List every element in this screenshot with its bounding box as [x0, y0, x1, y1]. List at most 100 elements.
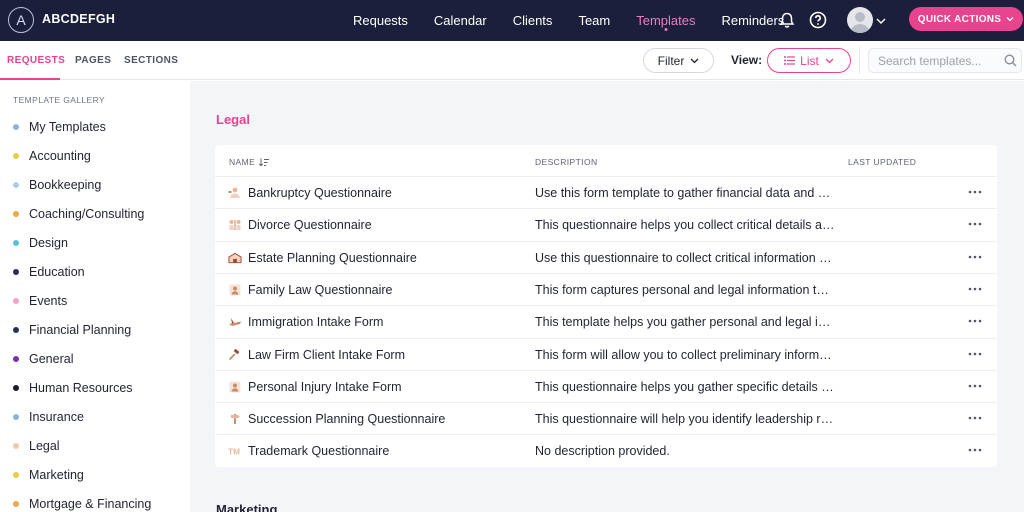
table-row[interactable]: Personal Injury Intake Form This question… [215, 369, 997, 402]
tab-pages[interactable]: PAGES [75, 55, 111, 66]
chevron-down-icon[interactable] [876, 12, 886, 30]
brand-name[interactable]: ABCDEFGH [42, 12, 115, 26]
sidebar-item-label: Design [29, 236, 68, 250]
sidebar-item-my-templates[interactable]: My Templates [13, 117, 106, 137]
help-circle-icon[interactable] [808, 10, 828, 30]
sidebar-item-general[interactable]: General [13, 349, 73, 369]
chevron-down-icon [690, 58, 699, 63]
template-name-cell[interactable]: Family Law Questionnaire [228, 283, 393, 297]
table-row[interactable]: Family Law Questionnaire This form captur… [215, 272, 997, 305]
more-options-icon[interactable] [967, 410, 983, 426]
brand-logo[interactable]: A [8, 7, 34, 33]
chevron-down-icon [1006, 17, 1014, 22]
template-name-cell[interactable]: TM Trademark Questionnaire [228, 444, 389, 458]
table-row[interactable]: Succession Planning Questionnaire This qu… [215, 402, 997, 434]
sidebar-item-financial-planning[interactable]: Financial Planning [13, 320, 131, 340]
column-header-last-updated: LAST UPDATED [848, 157, 917, 167]
bankruptcy-icon [228, 187, 242, 199]
sidebar-item-label: My Templates [29, 120, 106, 134]
template-name-cell[interactable]: Succession Planning Questionnaire [228, 412, 445, 426]
table-row[interactable]: Divorce Questionnaire This questionnaire … [215, 208, 997, 240]
table-row[interactable]: Immigration Intake Form This template hel… [215, 305, 997, 337]
airplane-icon [228, 316, 242, 328]
template-name-cell[interactable]: Bankruptcy Questionnaire [228, 186, 392, 200]
more-options-icon[interactable] [967, 442, 983, 458]
sidebar-item-human-resources[interactable]: Human Resources [13, 378, 133, 398]
template-name: Divorce Questionnaire [248, 218, 372, 233]
table-row[interactable]: Estate Planning Questionnaire Use this qu… [215, 240, 997, 273]
house-icon [228, 252, 242, 264]
sidebar-item-label: Marketing [29, 468, 84, 482]
template-name: Bankruptcy Questionnaire [248, 186, 392, 200]
category-color-dot [13, 385, 19, 391]
sidebar-item-marketing[interactable]: Marketing [13, 465, 84, 485]
column-header-name[interactable]: NAME [229, 157, 270, 167]
view-mode-label: List [800, 53, 819, 68]
more-options-icon[interactable] [967, 184, 983, 200]
nav-item-clients[interactable]: Clients [513, 0, 553, 41]
table-row[interactable]: Law Firm Client Intake Form This form wil… [215, 337, 997, 370]
filter-button[interactable]: Filter [643, 48, 714, 73]
template-name-cell[interactable]: Estate Planning Questionnaire [228, 251, 417, 265]
gavel-icon [228, 348, 242, 361]
search-icon[interactable] [1004, 54, 1017, 72]
nav-item-team[interactable]: Team [578, 0, 610, 41]
view-mode-dropdown[interactable]: List [767, 48, 851, 73]
template-name: Family Law Questionnaire [248, 282, 393, 297]
sidebar-item-label: Human Resources [29, 381, 133, 395]
signpost-icon [228, 413, 242, 425]
category-color-dot [13, 269, 19, 275]
template-description: This template helps you gather personal … [535, 315, 835, 330]
more-options-icon[interactable] [967, 313, 983, 329]
template-name-cell[interactable]: Immigration Intake Form [228, 315, 383, 329]
list-icon [784, 56, 796, 65]
sort-descending-icon[interactable] [259, 158, 270, 167]
templates-table: NAME DESCRIPTION LAST UPDATED Bankruptcy… [215, 145, 997, 467]
filter-label: Filter [657, 53, 685, 68]
sidebar-item-label: Events [29, 294, 68, 308]
nav-item-templates[interactable]: Templates [636, 0, 695, 41]
more-options-icon[interactable] [967, 216, 983, 232]
divorce-icon [228, 219, 242, 231]
nav-item-reminders[interactable]: Reminders [721, 0, 784, 41]
template-gallery-sidebar: TEMPLATE GALLERY My Templates Accounting B… [0, 81, 190, 512]
view-label: View: [731, 53, 763, 67]
sidebar-item-education[interactable]: Education [13, 262, 85, 282]
tab-sections[interactable]: SECTIONS [124, 55, 178, 66]
more-options-icon[interactable] [967, 378, 983, 394]
template-name: Law Firm Client Intake Form [248, 347, 405, 362]
more-options-icon[interactable] [967, 346, 983, 362]
sidebar-item-legal[interactable]: Legal [13, 436, 60, 456]
sidebar-item-coaching-consulting[interactable]: Coaching/Consulting [13, 204, 144, 224]
category-color-dot [13, 501, 19, 507]
quick-actions-button[interactable]: QUICK ACTIONS [909, 7, 1023, 31]
more-options-icon[interactable] [967, 249, 983, 265]
sidebar-item-events[interactable]: Events [13, 291, 67, 311]
category-color-dot [13, 414, 19, 420]
bell-icon[interactable] [777, 10, 797, 30]
template-description: Use this form template to gather financi… [535, 186, 835, 200]
sidebar-item-mortgage-financing[interactable]: Mortgage & Financing [13, 494, 151, 512]
template-name-cell[interactable]: Personal Injury Intake Form [228, 380, 402, 394]
search-input[interactable] [878, 53, 998, 69]
template-description: Use this questionnaire to collect critic… [535, 250, 835, 265]
category-color-dot [13, 356, 19, 362]
user-avatar[interactable] [847, 7, 873, 33]
template-name-cell[interactable]: Divorce Questionnaire [228, 218, 372, 232]
category-color-dot [13, 298, 19, 304]
table-row[interactable]: TM Trademark Questionnaire No description … [215, 434, 997, 466]
template-description: This questionnaire will help you identif… [535, 412, 835, 427]
template-name-cell[interactable]: Law Firm Client Intake Form [228, 348, 405, 362]
table-row[interactable]: Bankruptcy Questionnaire Use this form te… [215, 176, 997, 208]
sidebar-item-bookkeeping[interactable]: Bookkeeping [13, 175, 101, 195]
top-navigation-bar: A ABCDEFGH Requests Calendar Clients Tea… [0, 0, 1024, 41]
sidebar-item-accounting[interactable]: Accounting [13, 146, 91, 166]
sidebar-item-design[interactable]: Design [13, 233, 68, 253]
active-tab-indicator [0, 78, 60, 80]
tab-requests[interactable]: REQUESTS [7, 55, 65, 66]
more-options-icon[interactable] [967, 281, 983, 297]
sidebar-item-insurance[interactable]: Insurance [13, 407, 84, 427]
nav-item-calendar[interactable]: Calendar [434, 0, 487, 41]
nav-item-requests[interactable]: Requests [353, 0, 408, 41]
brand-logo-letter: A [16, 12, 26, 28]
